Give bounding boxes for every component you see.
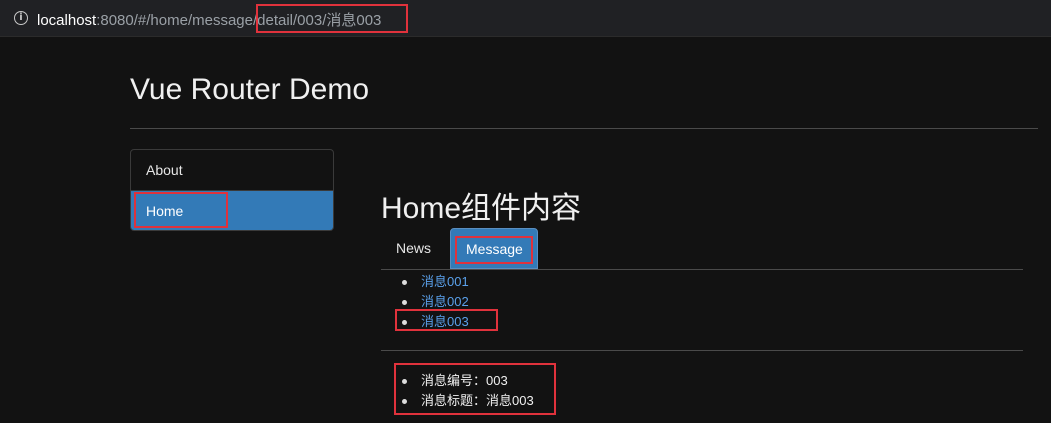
message-link-001[interactable]: 消息001: [402, 272, 469, 292]
highlight-url-detail: [256, 4, 408, 33]
tab-news[interactable]: News: [381, 228, 446, 269]
tabs-divider: [381, 269, 1023, 270]
url-host: localhost: [37, 12, 97, 29]
address-bar[interactable]: i localhost:8080/#/home/message/detail/0…: [0, 0, 1051, 37]
divider: [130, 128, 1038, 129]
highlight-message-003: [395, 309, 498, 331]
highlight-message-tab: [455, 236, 533, 264]
info-icon[interactable]: i: [14, 11, 28, 25]
highlight-detail: [394, 363, 556, 415]
nav-item-about[interactable]: About: [131, 150, 333, 190]
page-title: Vue Router Demo: [130, 73, 370, 106]
home-heading: Home组件内容: [381, 192, 582, 225]
highlight-home-nav: [134, 192, 228, 228]
detail-divider: [381, 350, 1023, 351]
